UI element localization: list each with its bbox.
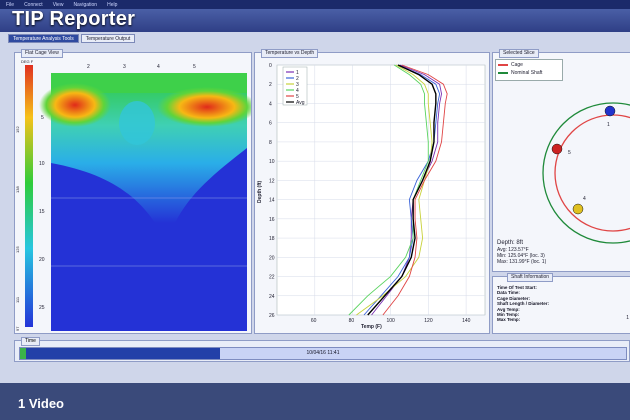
info-shaft-length: Shaft Length / Diameter: xyxy=(497,301,550,307)
time-panel: Time 10/04/16 11:41 xyxy=(14,337,630,362)
time-label: Time xyxy=(21,337,40,346)
slice-readout: Depth: 8ft xyxy=(497,240,523,247)
time-slider[interactable]: 10/04/16 11:41 xyxy=(19,347,627,360)
x-tick-label: 60 xyxy=(311,318,317,324)
x-tick-3: 3 xyxy=(123,64,126,70)
sensor-marker-4[interactable] xyxy=(572,203,584,215)
y-tick-label: 4 xyxy=(269,101,272,107)
slice-view-svg[interactable]: 1 5 4 xyxy=(493,53,630,271)
video-footer-bar xyxy=(0,383,630,420)
info-max-temp: Max Temp: xyxy=(497,317,521,323)
cage-view-panel: Flat Cage View 2 3 4 5 5 10 15 20 25 DEG… xyxy=(14,49,252,334)
y-tick-20: 20 xyxy=(39,257,45,263)
shaft-info-lines: Time Of Test Start: Data Time: Cage Diam… xyxy=(497,285,549,323)
slice-readout-values: Avg: 123.57°F Min: 125.04°F (loc. 3) Max… xyxy=(497,247,546,265)
selected-slice-panel: Selected Slice Cage Nominal Shaft 1 5 4 … xyxy=(492,49,630,272)
cage-circle xyxy=(554,114,630,232)
y-tick-label: 22 xyxy=(269,275,275,281)
y-tick-25: 25 xyxy=(39,305,45,311)
time-value: 10/04/16 11:41 xyxy=(306,350,340,356)
y-tick-label: 26 xyxy=(269,313,275,319)
x-tick-label: 80 xyxy=(349,318,355,324)
readout-depth: Depth: 8ft xyxy=(497,240,524,246)
hot-zone-left xyxy=(39,83,111,127)
y-axis-label: Depth (ft) xyxy=(257,180,263,203)
x-tick-4: 4 xyxy=(157,64,160,70)
legend-label: Avg xyxy=(296,100,305,106)
scale-label: DEG F xyxy=(21,59,34,64)
sensor-label-4: 4 xyxy=(583,196,586,202)
y-tick-5: 5 xyxy=(41,115,44,121)
menu-help[interactable]: Help xyxy=(107,2,117,8)
sensor-label-5: 5 xyxy=(568,150,571,156)
plot-area xyxy=(276,64,486,316)
temp-depth-panel: Temperature vs Depth 60 80 100 120 140 0 2 4 6 8 1… xyxy=(254,49,490,334)
sensor-marker-5[interactable] xyxy=(551,143,563,155)
y-tick-label: 14 xyxy=(269,198,275,204)
menu-view[interactable]: View xyxy=(53,2,64,8)
cage-heatmap-svg[interactable]: 2 3 4 5 5 10 15 20 25 DEG F 152 138 125 … xyxy=(15,53,251,333)
sensor-marker-1[interactable] xyxy=(604,105,616,117)
color-scale-bar xyxy=(25,65,33,327)
y-tick-15: 15 xyxy=(39,209,45,215)
scale-tick-2: 138 xyxy=(15,186,20,193)
y-tick-10: 10 xyxy=(39,161,45,167)
menu-connect[interactable]: Connect xyxy=(24,2,43,8)
x-tick-label: 100 xyxy=(386,318,395,324)
y-tick-label: 20 xyxy=(269,255,275,261)
cool-zone-center xyxy=(119,101,155,145)
overlay-title: TIP Reporter xyxy=(12,8,136,30)
scale-tick-1: 152 xyxy=(15,126,20,133)
y-tick-label: 24 xyxy=(269,294,275,300)
x-tick-5: 5 xyxy=(193,64,196,70)
tab-temperature-analysis[interactable]: Temperature Analysis Tools xyxy=(8,34,79,43)
x-tick-label: 140 xyxy=(462,318,471,324)
tab-temperature-output[interactable]: Temperature Output xyxy=(80,34,136,43)
readout-max: Max: 131.99°F (loc. 1) xyxy=(497,259,547,265)
scale-tick-5: 97 xyxy=(15,326,20,331)
y-tick-label: 6 xyxy=(269,121,272,127)
y-tick-label: 0 xyxy=(269,63,272,69)
video-count-label[interactable]: 1 Video xyxy=(18,396,64,411)
scale-tick-3: 125 xyxy=(15,246,20,253)
x-tick-label: 120 xyxy=(424,318,433,324)
shaft-info-title: Shaft Information xyxy=(507,273,554,282)
y-tick-label: 18 xyxy=(269,236,275,242)
temp-depth-chart[interactable]: 60 80 100 120 14002468101214161820222426 Dep… xyxy=(255,53,489,333)
scale-tick-4: 111 xyxy=(15,296,20,303)
chart-legend: 12345Avg xyxy=(282,66,308,106)
menu-navigation[interactable]: Navigation xyxy=(73,2,97,8)
nominal-shaft-circle xyxy=(542,102,630,244)
y-tick-label: 10 xyxy=(269,159,275,165)
tab-strip: Temperature Analysis Tools Temperature O… xyxy=(8,34,136,43)
sensor-label-1: 1 xyxy=(607,122,610,128)
y-tick-label: 8 xyxy=(269,140,272,146)
app-window: File Connect View Navigation Help Temper… xyxy=(0,0,630,383)
x-axis-label: Temp (F) xyxy=(361,324,382,330)
y-tick-label: 2 xyxy=(269,82,272,88)
y-tick-label: 12 xyxy=(269,178,275,184)
y-tick-label: 16 xyxy=(269,217,275,223)
x-tick-2: 2 xyxy=(87,64,90,70)
shaft-info-corner: 1 xyxy=(626,315,629,321)
menu-file[interactable]: File xyxy=(6,2,14,8)
shaft-info-panel: Shaft Information Time Of Test Start: Da… xyxy=(492,273,630,334)
